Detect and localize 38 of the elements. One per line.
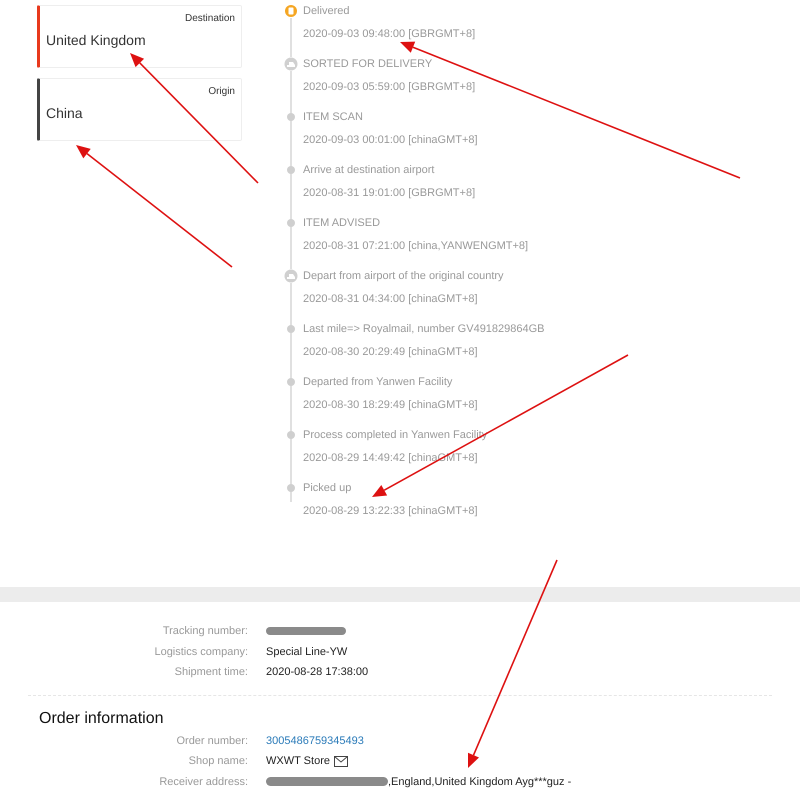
location-country: China xyxy=(46,104,84,123)
field-label: Receiver address: xyxy=(158,774,249,790)
field-value: 2020-08-28 17:38:00 xyxy=(266,666,368,678)
event-time: 2020-08-29 13:22:33 [chinaGMT+8] xyxy=(303,504,478,518)
event-status: Last mile=> Royalmail, number GV491829864GB xyxy=(303,322,545,336)
event-status: ITEM SCAN xyxy=(303,110,364,124)
package-icon xyxy=(284,4,298,18)
field-label: Shipment time: xyxy=(174,665,249,680)
field-label: Logistics company: xyxy=(153,644,249,660)
event-time: 2020-08-31 07:21:00 [china,YANWENGMT+8] xyxy=(303,239,528,253)
field-label: Shop name: xyxy=(188,754,249,769)
truck-icon xyxy=(284,57,298,71)
location-caption: Origin xyxy=(208,85,235,99)
event-time: 2020-08-31 19:01:00 [GBRGMT+8] xyxy=(303,186,476,200)
event-status: SORTED FOR DELIVERY xyxy=(303,57,434,71)
event-time: 2020-09-03 00:01:00 [chinaGMT+8] xyxy=(303,133,478,147)
truck-icon xyxy=(284,269,298,283)
location-caption: Destination xyxy=(184,12,235,26)
event-time: 2020-09-03 05:59:00 [GBRGMT+8] xyxy=(303,80,476,94)
shop-name: WXWT Store xyxy=(266,754,330,769)
section-title: Order information xyxy=(38,708,164,728)
event-time: 2020-08-31 04:34:00 [chinaGMT+8] xyxy=(303,292,479,306)
event-status: ITEM ADVISED xyxy=(303,216,382,230)
event-status: Depart from airport of the original country xyxy=(303,269,504,283)
event-status: Picked up xyxy=(303,481,352,495)
location-country: United Kingdom xyxy=(46,31,147,50)
event-time: 2020-08-30 18:29:49 [chinaGMT+8] xyxy=(303,398,478,412)
field-value: Special Line-YW xyxy=(266,646,348,658)
field-label: Tracking number: xyxy=(162,624,249,639)
event-time: 2020-08-30 20:29:49 [chinaGMT+8] xyxy=(303,345,479,359)
field-value: ,England,United Kingdom Ayg***guz - xyxy=(388,774,572,790)
event-status: Departed from Yanwen Facility xyxy=(303,375,454,389)
mail-icon[interactable] xyxy=(334,756,348,767)
field-label: Order number: xyxy=(175,734,249,748)
event-time: 2020-09-03 09:48:00 [GBRGMT+8] xyxy=(303,27,476,41)
event-status: Delivered xyxy=(303,4,350,18)
event-status: Arrive at destination airport xyxy=(303,163,436,177)
order-number-link[interactable]: 3005486759345493 xyxy=(266,734,364,746)
